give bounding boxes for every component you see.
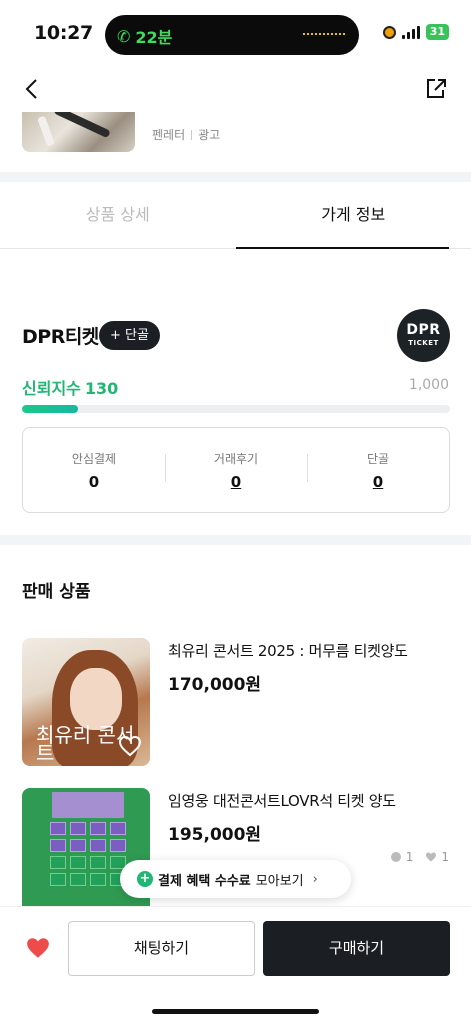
stat-value[interactable]: 0 — [307, 473, 449, 491]
call-indicator: ✆ 22분 — [117, 24, 172, 48]
store-logo-subtext: TICKET — [408, 339, 439, 347]
product-meta: 1 1 — [390, 850, 449, 864]
plus-icon: + — [137, 871, 153, 887]
trust-progress-bar — [22, 405, 450, 413]
product-name: 최유리 콘서트 2025 : 머무름 티켓양도 — [168, 642, 408, 660]
like-count: 1 — [425, 850, 449, 864]
chat-bubble-icon — [390, 852, 401, 862]
system-icons: 31 — [382, 24, 449, 40]
trust-score-max: 1,000 — [408, 377, 449, 393]
stat-reviews[interactable]: 거래후기 0 — [165, 450, 307, 491]
product-price: 170,000원 — [168, 675, 262, 695]
recording-dot-icon — [382, 25, 396, 39]
stat-value[interactable]: 0 — [165, 473, 307, 491]
tab-product-detail[interactable]: 상품 상세 — [0, 182, 236, 248]
follow-button[interactable]: + 단골 — [99, 321, 160, 350]
products-section-title: 판매 상품 — [22, 582, 91, 602]
back-arrow-icon[interactable] — [20, 76, 46, 102]
section-divider — [0, 535, 471, 545]
tab-store-info[interactable]: 가게 정보 — [235, 182, 471, 249]
product-name: 임영웅 대전콘서트LOVR석 티켓 양도 — [168, 792, 396, 810]
stat-safe-payment: 안심결제 0 — [23, 450, 165, 491]
section-divider — [0, 172, 471, 182]
banner-text: 모아보기 — [255, 873, 304, 889]
ad-meta: 펜레터 광고 — [152, 126, 220, 143]
call-duration: 22분 — [135, 28, 173, 47]
trust-progress-fill — [22, 405, 78, 413]
heart-outline-icon[interactable] — [118, 734, 142, 758]
phone-icon: ✆ — [117, 26, 131, 46]
trust-score-value: 130 — [84, 379, 119, 398]
ad-label: 광고 — [198, 128, 221, 142]
nav-bar — [0, 68, 471, 112]
home-indicator — [152, 1009, 319, 1014]
stat-label: 단골 — [366, 451, 390, 466]
store-logo-text: DPR — [406, 322, 441, 338]
heart-small-icon — [426, 852, 437, 862]
chat-button[interactable]: 채팅하기 — [68, 921, 255, 976]
stat-label: 거래후기 — [213, 451, 259, 466]
product-item[interactable]: 최유리 콘서트 최유리 콘서트 2025 : 머무름 티켓양도 170,000원 — [22, 638, 450, 766]
buy-button[interactable]: 구매하기 — [263, 921, 450, 976]
product-image: 최유리 콘서트 — [22, 638, 150, 766]
payment-benefit-banner[interactable]: + 결제 혜택 수수료 모아보기 › — [120, 860, 351, 898]
trust-label-text: 신뢰지수 — [22, 379, 81, 398]
stat-followers[interactable]: 단골 0 — [307, 450, 449, 491]
stat-value: 0 — [88, 472, 100, 491]
banner-bold-text: 결제 혜택 수수료 — [158, 873, 251, 889]
chat-count: 1 — [390, 850, 414, 864]
trust-score-label: 신뢰지수 130 — [22, 375, 118, 399]
store-name: DPR티켓 — [22, 326, 99, 348]
status-bar: 10:27 ✆ 22분 31 — [0, 0, 471, 68]
heart-filled-icon[interactable] — [24, 935, 52, 961]
status-time: 10:27 — [34, 22, 93, 44]
audio-wave-icon — [303, 33, 345, 36]
chevron-right-icon: › — [312, 871, 318, 887]
store-stats: 안심결제 0 거래후기 0 단골 0 — [22, 427, 450, 513]
like-count-value: 1 — [441, 850, 449, 864]
product-price: 195,000원 — [168, 825, 262, 845]
chat-count-value: 1 — [405, 850, 414, 864]
stat-label: 안심결제 — [71, 451, 117, 466]
signal-icon — [401, 25, 420, 39]
store-logo: DPR TICKET — [397, 309, 450, 362]
tab-bar: 상품 상세 가게 정보 — [0, 182, 471, 249]
ad-banner[interactable]: 펜레터 광고 — [0, 112, 471, 172]
battery-icon: 31 — [425, 24, 449, 40]
share-icon[interactable] — [423, 76, 449, 102]
ad-thumbnail — [22, 112, 135, 152]
divider — [191, 129, 193, 140]
bottom-action-bar: 채팅하기 구매하기 — [0, 906, 471, 1024]
dynamic-island: ✆ 22분 — [105, 15, 359, 55]
ad-advertiser: 펜레터 — [152, 128, 186, 142]
